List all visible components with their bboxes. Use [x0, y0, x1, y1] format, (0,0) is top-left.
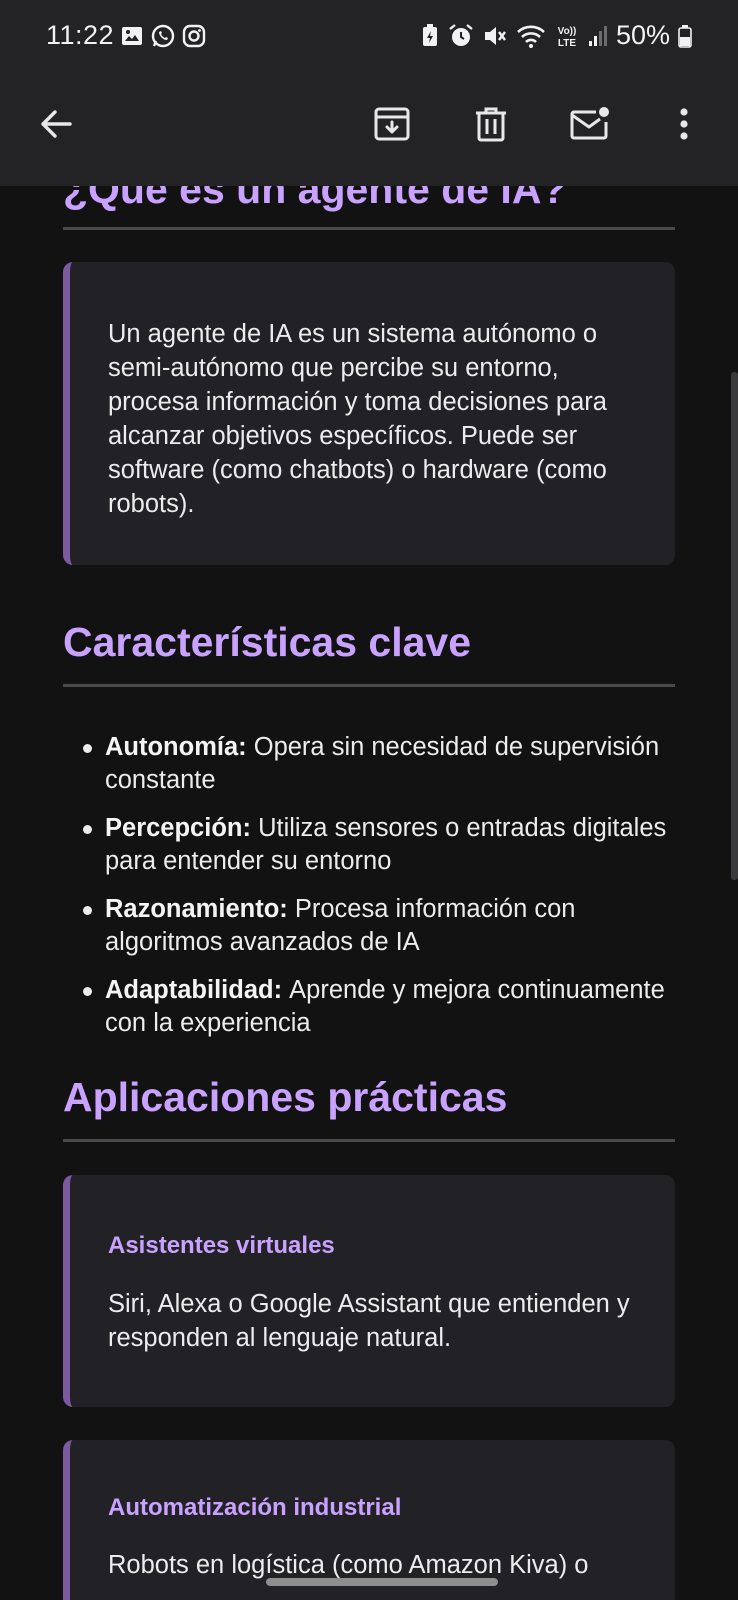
feature-term: Razonamiento: [105, 895, 295, 923]
delete-icon [476, 107, 506, 142]
application-card: Asistentes virtuales Siri, Alexa o Googl… [63, 1175, 675, 1407]
more-vert-icon [680, 108, 688, 140]
feature-term: Adaptabilidad: [105, 976, 290, 1004]
archive-icon [374, 107, 410, 141]
status-bar: 11:22 Vo)) LTE 50% [0, 0, 738, 72]
email-body[interactable]: ¿Qué es un agente de IA? Un agente de IA… [0, 0, 738, 1600]
application-title: Asistentes virtuales [108, 1232, 335, 1259]
application-text: Robots en logística (como Amazon Kiva) o [108, 1551, 589, 1579]
battery-percent: 50% [615, 20, 670, 50]
features-list: Autonomía: Opera sin necesidad de superv… [80, 731, 680, 1055]
application-title: Automatización industrial [108, 1494, 402, 1521]
email-screen: ¿Qué es un agente de IA? Un agente de IA… [0, 0, 738, 1600]
definition-text: Un agente de IA es un sistema autónomo o… [108, 320, 607, 518]
bullet-icon [83, 825, 92, 834]
list-item: Adaptabilidad: Aprende y mejora continua… [80, 974, 680, 1040]
divider [63, 684, 675, 687]
home-indicator[interactable] [266, 1578, 498, 1586]
list-item: Percepción: Utiliza sensores o entradas … [80, 812, 680, 878]
gallery-icon [120, 23, 144, 49]
mark-unread-icon [570, 107, 609, 140]
application-text: Siri, Alexa o Google Assistant que entie… [108, 1290, 630, 1352]
list-item: Razonamiento: Procesa información con al… [80, 893, 680, 959]
bullet-icon [83, 744, 92, 753]
divider [63, 1139, 675, 1142]
battery-saver-icon [420, 23, 440, 48]
status-time: 11:22 [46, 20, 115, 50]
svg-text:LTE: LTE [558, 38, 576, 49]
bullet-icon [83, 906, 92, 915]
back-button[interactable] [28, 96, 84, 152]
alarm-icon [448, 23, 474, 49]
bullet-icon [83, 987, 92, 996]
instagram-icon [182, 23, 206, 49]
battery-icon [678, 24, 692, 48]
whatsapp-icon [150, 23, 176, 49]
mute-icon [482, 23, 508, 49]
signal-icon [588, 24, 608, 48]
scrollbar[interactable] [731, 372, 738, 880]
section-heading-caracteristicas: Características clave [63, 619, 472, 665]
feature-term: Autonomía: [105, 733, 254, 761]
wifi-icon [516, 23, 546, 49]
app-top-bar: 11:22 Vo)) LTE 50% [0, 0, 738, 186]
archive-button[interactable] [364, 96, 420, 152]
notification-icons [120, 23, 206, 49]
back-arrow-icon [41, 110, 72, 138]
section-heading-aplicaciones: Aplicaciones prácticas [63, 1074, 508, 1120]
delete-button[interactable] [463, 96, 519, 152]
svg-text:Vo)): Vo)) [558, 26, 577, 37]
application-card: Automatización industrial Robots en logí… [63, 1440, 675, 1600]
more-options-button[interactable] [656, 96, 712, 152]
volte-icon: Vo)) LTE [554, 23, 580, 49]
email-action-bar [0, 80, 738, 166]
definition-card: Un agente de IA es un sistema autónomo o… [63, 262, 675, 565]
system-status-icons: Vo)) LTE 50% [420, 20, 692, 51]
mark-unread-button[interactable] [562, 96, 618, 152]
divider [63, 227, 675, 230]
feature-term: Percepción: [105, 814, 259, 842]
list-item: Autonomía: Opera sin necesidad de superv… [80, 731, 680, 797]
